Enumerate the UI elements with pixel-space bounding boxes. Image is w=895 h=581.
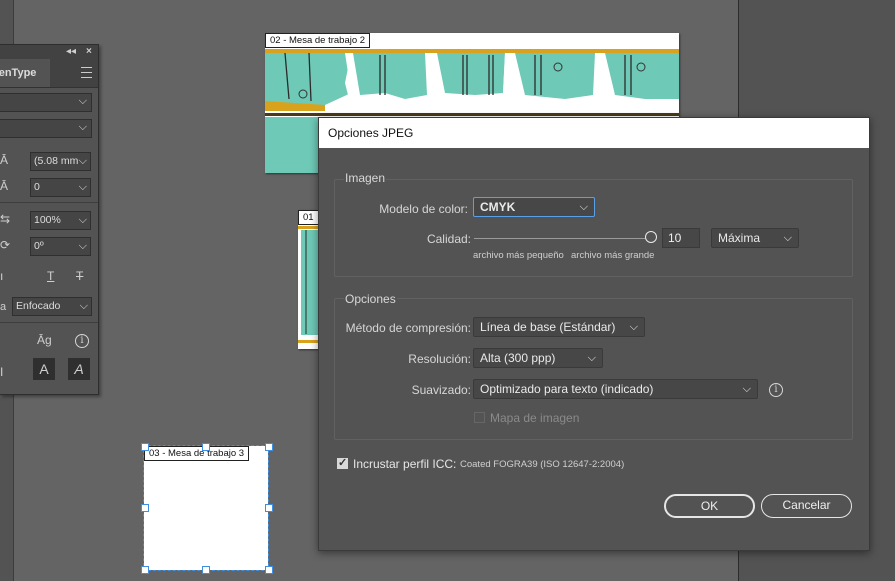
panel-menu-icon[interactable] [81,67,92,78]
quality-slider-track[interactable] [474,238,652,239]
compression-select[interactable]: Línea de base (Estándar) ⌵ [473,317,645,337]
antialias-value: Optimizado para texto (indicado) [480,382,654,396]
scale-value: 100% [34,214,61,226]
all-caps-icon[interactable]: ı [0,269,3,283]
collapse-icon[interactable]: ◂◂ [66,45,76,59]
resize-handle[interactable] [202,566,210,574]
artboard-3[interactable]: 03 - Mesa de trabajo 3 [143,445,269,571]
antialias-select[interactable]: Enfocado ⌵ [12,297,92,316]
jpeg-options-dialog: Opciones JPEG Imagen Modelo de color: CM… [318,117,870,551]
close-icon[interactable]: × [86,45,92,59]
chevron-down-icon: ⌵ [587,352,596,364]
typeface-a-icon[interactable]: A [33,358,55,380]
rotation-field[interactable]: 0º ⌵ [30,237,91,256]
resize-handle[interactable] [265,566,273,574]
chevron-down-icon: ⌵ [78,121,87,133]
quality-label: Calidad: [426,232,471,246]
compression-value: Línea de base (Estándar) [480,320,616,334]
resize-handle[interactable] [265,443,273,451]
image-section-title: Imagen [344,171,387,185]
artboard-1[interactable]: 01 [298,210,320,349]
cancel-button[interactable]: Cancelar [761,494,852,518]
ok-button[interactable]: OK [664,494,755,518]
info-icon[interactable]: i [769,383,783,397]
resolution-value: Alta (300 ppp) [480,351,556,365]
divider [0,322,98,323]
options-section-title: Opciones [344,292,397,306]
chevron-down-icon: ⌵ [629,321,638,333]
antialias-select[interactable]: Optimizado para texto (indicado) ⌵ [473,379,758,399]
text-icon: I [0,365,4,379]
compression-label: Método de compresión: [345,321,471,335]
color-model-label: Modelo de color: [379,202,468,216]
font-style-select[interactable]: ⌵ [0,119,92,138]
chevron-down-icon: ⌵ [742,383,751,395]
chevron-down-icon: ⌵ [783,232,792,244]
small-file-hint: archivo más pequeño [473,250,564,261]
kerning-value: 0 [34,181,40,193]
underline-icon[interactable]: T [47,269,54,283]
leading-icon: Ā [0,153,9,167]
quality-slider-thumb[interactable] [645,231,657,243]
resize-handle[interactable] [202,443,210,451]
chevron-down-icon: ⌵ [78,95,87,107]
panel-header: ◂◂ × [0,45,98,59]
artboard-3-label[interactable]: 03 - Mesa de trabajo 3 [144,446,250,461]
chevron-down-icon: ⌵ [78,181,87,193]
resize-handle[interactable] [265,504,273,512]
resize-handle[interactable] [141,566,149,574]
dialog-title: Opciones JPEG [319,118,869,148]
icc-checkbox[interactable] [337,456,348,469]
chevron-down-icon: ⌵ [78,155,87,167]
antialias-prefix: a [0,301,7,313]
snap-to-glyph-icon[interactable]: Āg [37,333,52,347]
rotation-icon: ⟳ [0,238,11,252]
quality-preset-select[interactable]: Máxima ⌵ [711,228,799,248]
icc-profile: Coated FOGRA39 (ISO 12647-2:2004) [460,459,625,470]
chevron-down-icon: ⌵ [78,214,87,226]
resolution-select[interactable]: Alta (300 ppp) ⌵ [473,348,603,368]
rotation-value: 0º [34,240,44,252]
strikethrough-icon[interactable]: T [76,269,83,283]
panel-tab-bar: penType [0,59,98,88]
leading-value: (5.08 mm [34,155,79,167]
artboard-1-label[interactable]: 01 [298,210,319,225]
leading-field[interactable]: (5.08 mm ⌵ [30,152,91,171]
artboard-1-artwork [298,226,320,343]
antialias-label: Suavizado: [411,383,471,397]
quality-preset-value: Máxima [718,231,761,245]
chevron-down-icon: ⌵ [79,300,88,312]
font-family-select[interactable]: ⌵ [0,93,92,112]
icc-label: Incrustar perfil ICC: [353,457,457,471]
chevron-down-icon: ⌵ [78,240,87,252]
info-icon[interactable]: i [75,334,89,348]
quality-input[interactable]: 10 [662,228,700,248]
typeface-a-alt-icon[interactable]: A [68,358,90,380]
imagemap-label: Mapa de imagen [490,411,580,425]
character-panel: ◂◂ × penType ⌵ ⌵ Ā (5.08 mm ⌵ Ā 0 ⌵ ⇆ 10… [0,44,99,395]
antialias-value: Enfocado [16,300,61,312]
resize-handle[interactable] [141,504,149,512]
kerning-icon: Ā [0,179,9,193]
color-model-value: CMYK [480,200,516,214]
divider [0,202,98,203]
color-model-select[interactable]: CMYK ⌵ [473,197,595,217]
horizontal-scale-icon: ⇆ [0,212,11,226]
large-file-hint: archivo más grande [571,250,655,261]
artboard-2-label[interactable]: 02 - Mesa de trabajo 2 [265,33,371,48]
imagemap-checkbox[interactable] [474,412,485,423]
resize-handle[interactable] [141,443,149,451]
tab-opentype[interactable]: penType [0,59,50,87]
resolution-label: Resolución: [408,352,471,366]
scale-field[interactable]: 100% ⌵ [30,211,91,230]
kerning-field[interactable]: 0 ⌵ [30,178,91,197]
chevron-down-icon: ⌵ [579,201,588,213]
